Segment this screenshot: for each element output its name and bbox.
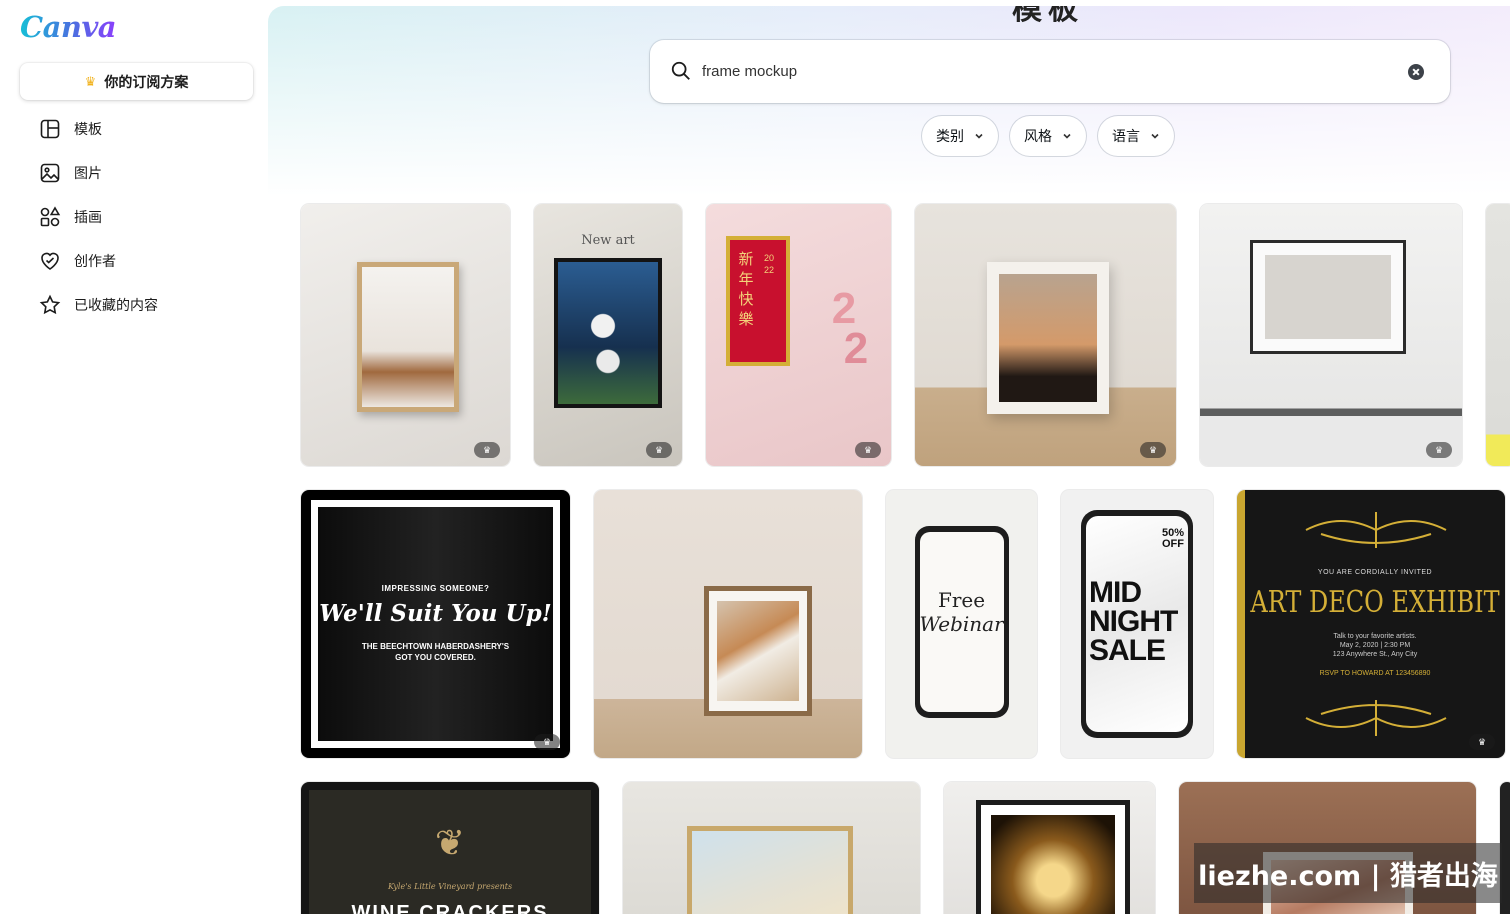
- sidebar: Canva ♛ 你的订阅方案 模板 图片 插画 创作者 已收藏的内容: [0, 0, 268, 914]
- template-card[interactable]: ♛: [1200, 204, 1462, 466]
- template-card[interactable]: ♛: [915, 204, 1176, 466]
- template-text: WINE CRACKERS: [351, 902, 549, 914]
- template-card[interactable]: YOU ARE CORDIALLY INVITED ART DECO EXHIB…: [1237, 490, 1505, 758]
- sidebar-item-label: 已收藏的内容: [74, 297, 158, 313]
- template-text: SALE: [1089, 634, 1166, 667]
- template-card[interactable]: [944, 782, 1155, 914]
- template-text: New art: [581, 233, 635, 248]
- template-card[interactable]: IMPRESSING SOMEONE? We'll Suit You Up! T…: [301, 490, 570, 758]
- grapes-icon: ❦: [434, 822, 466, 863]
- template-text: 新年快樂: [738, 251, 754, 328]
- sale-headline: MID NIGHT SALE: [1089, 576, 1178, 667]
- frame-image: [554, 258, 662, 408]
- search-input[interactable]: [702, 54, 1382, 88]
- template-card[interactable]: 50% OFF MID NIGHT SALE: [1061, 490, 1213, 758]
- canva-logo[interactable]: Canva: [20, 10, 117, 44]
- watermark: liezhe.com | 猎者出海: [1194, 843, 1502, 903]
- filter-category[interactable]: 类别: [922, 116, 998, 156]
- premium-crown-icon: ♛: [646, 442, 672, 458]
- template-text: IMPRESSING SOMEONE?: [381, 584, 490, 593]
- page-title: 模板: [1012, 6, 1084, 26]
- frame-image: [976, 800, 1130, 914]
- filter-label: 语言: [1112, 128, 1140, 144]
- filter-style[interactable]: 风格: [1010, 116, 1086, 156]
- template-text: ART DECO EXHIBIT: [1250, 584, 1500, 620]
- main-content: 模板 类别 风格 语言 ♛ New art ♛ 新年快樂 2022: [268, 6, 1510, 914]
- filter-language[interactable]: 语言: [1098, 116, 1174, 156]
- sidebar-item-label: 图片: [74, 165, 102, 181]
- template-text: 50% OFF: [1161, 527, 1185, 550]
- template-text: Webinar: [919, 612, 1004, 636]
- premium-crown-icon: ♛: [1140, 442, 1166, 458]
- template-card[interactable]: ❦ Kyle's Little Vineyard presents WINE C…: [301, 782, 599, 914]
- shapes-icon: [40, 206, 61, 227]
- template-text: Talk to your favorite artists.: [1333, 633, 1417, 640]
- filter-label: 风格: [1024, 128, 1052, 144]
- subscription-plan-button[interactable]: ♛ 你的订阅方案: [20, 63, 253, 100]
- sidebar-item-label: 创作者: [74, 253, 116, 269]
- balloon-2022: 2: [843, 324, 869, 373]
- ornament-icon: [1305, 512, 1447, 548]
- premium-crown-icon: ♛: [1426, 442, 1452, 458]
- sidebar-item-images[interactable]: 图片: [38, 159, 102, 187]
- template-icon: [40, 119, 60, 139]
- frame-image: [987, 262, 1109, 414]
- sidebar-item-saved[interactable]: 已收藏的内容: [38, 291, 158, 319]
- template-card[interactable]: ♛: [301, 204, 510, 466]
- frame-image: [687, 826, 853, 914]
- template-card[interactable]: Free Webinar: [886, 490, 1037, 758]
- search-box[interactable]: [650, 40, 1450, 103]
- template-text: We'll Suit You Up!: [319, 600, 552, 627]
- frame-image: [704, 586, 812, 716]
- template-card[interactable]: [623, 782, 920, 914]
- frame-image: [357, 262, 459, 412]
- subscription-plan-label: 你的订阅方案: [104, 73, 189, 90]
- premium-crown-icon: ♛: [474, 442, 500, 458]
- template-card[interactable]: New art ♛: [534, 204, 682, 466]
- template-card[interactable]: [1486, 204, 1510, 466]
- premium-crown-icon: ♛: [855, 442, 881, 458]
- chevron-down-icon: [1063, 133, 1071, 139]
- template-card[interactable]: 新年快樂 2022 2 2 ♛: [706, 204, 891, 466]
- template-text: GOT YOU COVERED.: [395, 653, 476, 662]
- sidebar-item-label: 插画: [74, 209, 102, 225]
- ornament-icon: [1305, 700, 1447, 736]
- template-text: Kyle's Little Vineyard presents: [387, 882, 513, 891]
- template-text: MID: [1089, 576, 1142, 609]
- star-icon: [39, 294, 61, 315]
- template-text: May 2, 2020 | 2:30 PM: [1339, 642, 1411, 649]
- template-text: 123 Anywhere St., Any City: [1332, 651, 1418, 658]
- crown-icon: ♛: [84, 73, 97, 89]
- sidebar-item-label: 模板: [74, 121, 102, 137]
- template-text: 2022: [763, 253, 774, 275]
- template-text: THE BEECHTOWN HABERDASHERY'S: [361, 642, 510, 651]
- image-icon: [40, 163, 60, 183]
- sidebar-item-templates[interactable]: 模板: [38, 115, 102, 143]
- template-text: RSVP TO HOWARD AT 123456890: [1319, 670, 1431, 677]
- template-card[interactable]: [594, 490, 862, 758]
- template-text: Free: [937, 588, 986, 612]
- chevron-down-icon: [975, 133, 983, 139]
- frame-image: 新年快樂 2022: [726, 236, 790, 366]
- premium-crown-icon: ♛: [1469, 734, 1495, 750]
- sidebar-item-creators[interactable]: 创作者: [38, 247, 116, 275]
- sidebar-item-illustrations[interactable]: 插画: [38, 203, 102, 231]
- filter-label: 类别: [936, 128, 964, 144]
- chevron-down-icon: [1151, 133, 1159, 139]
- template-text: NIGHT: [1089, 605, 1178, 638]
- heart-creator-icon: [41, 252, 59, 270]
- clear-search-button[interactable]: [1408, 64, 1424, 80]
- search-icon: [671, 61, 690, 80]
- premium-crown-icon: ♛: [534, 734, 560, 750]
- frame-image: [1250, 240, 1406, 354]
- template-text: YOU ARE CORDIALLY INVITED: [1317, 569, 1433, 576]
